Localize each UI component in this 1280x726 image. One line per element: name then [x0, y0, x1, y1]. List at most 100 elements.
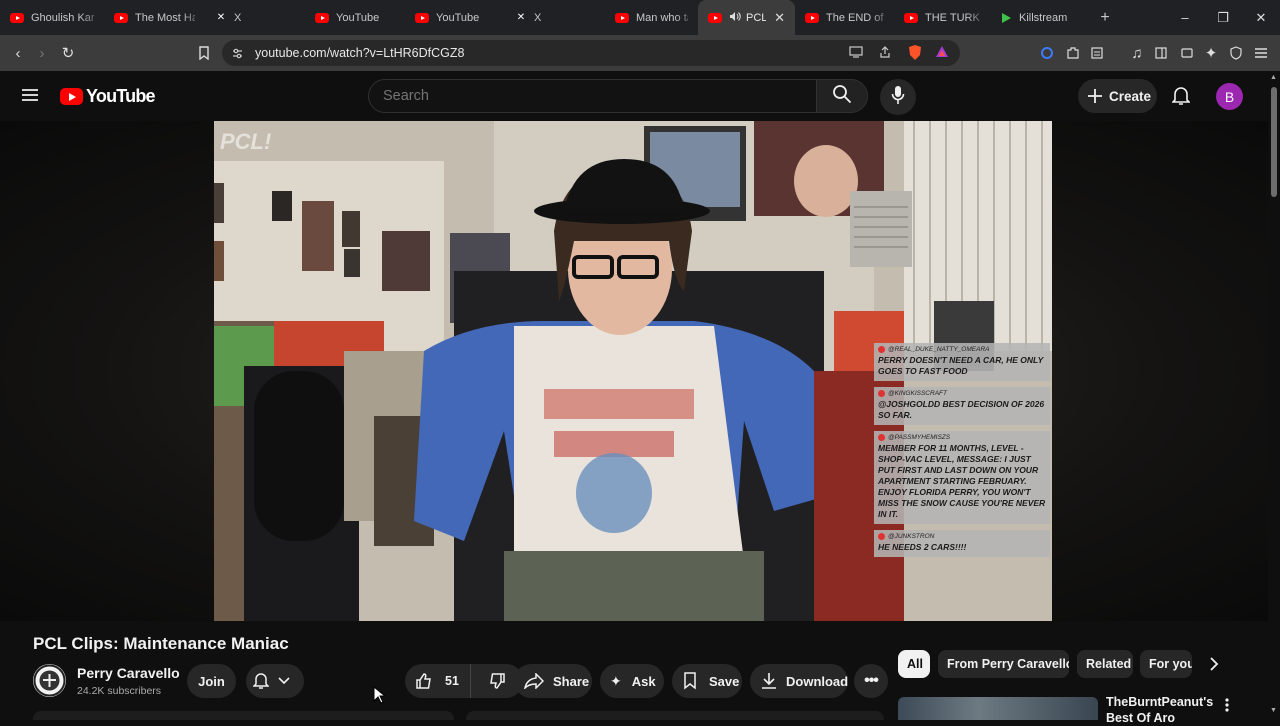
site-settings-icon[interactable] — [230, 46, 244, 60]
browser-tab[interactable]: ✕ X — [205, 0, 305, 35]
bookmark-icon[interactable] — [192, 41, 216, 65]
restore-icon[interactable]: ❐ — [1204, 0, 1242, 35]
browser-tab[interactable]: The Most Hat — [104, 0, 205, 35]
subscribed-notifications-button[interactable] — [246, 664, 304, 698]
thumbs-down-icon — [488, 672, 506, 690]
share-icon — [524, 673, 544, 689]
related-video-thumbnail[interactable] — [898, 697, 1098, 720]
related-video-title[interactable]: TheBurntPeanut's Best Of Aro — [1106, 694, 1226, 726]
youtube-icon — [904, 12, 918, 23]
browser-tab-title: YouTube — [336, 11, 380, 24]
browser-tab[interactable]: The END of L — [795, 0, 894, 35]
brave-shields-icon[interactable] — [907, 44, 923, 61]
browser-tab[interactable]: THE TURKEY — [894, 0, 990, 35]
new-tab-icon[interactable]: + — [1090, 9, 1120, 27]
video-player[interactable]: PCL! @REAL_DUKE_NATTY_OMEARA Perry doesn'… — [214, 121, 1052, 621]
play-icon — [1000, 12, 1012, 23]
close-window-icon[interactable]: ✕ — [1242, 0, 1280, 35]
create-button[interactable]: Create — [1078, 79, 1157, 113]
chevron-right-icon[interactable] — [1204, 652, 1224, 676]
youtube-logo-text: YouTube — [86, 86, 156, 106]
plus-icon — [1087, 88, 1103, 104]
brave-rewards-icon[interactable] — [935, 45, 949, 59]
minimize-icon[interactable]: – — [1166, 0, 1204, 35]
chevron-down-icon — [278, 677, 290, 685]
scrollbar-thumb[interactable] — [1271, 87, 1277, 197]
youtube-icon — [114, 12, 128, 23]
chat-message: @REAL_DUKE_NATTY_OMEARA Perry doesn't nee… — [874, 343, 1050, 381]
filter-chip[interactable]: Related — [1077, 650, 1133, 678]
sidebar-toggle-icon[interactable] — [1149, 41, 1173, 65]
cast-icon[interactable] — [849, 45, 863, 59]
description-box[interactable] — [33, 711, 454, 720]
channel-watermark: PCL! — [220, 129, 272, 154]
like-count: 51 — [445, 674, 459, 688]
join-button[interactable]: Join — [187, 664, 236, 698]
channel-name[interactable]: Perry Caravello — [77, 665, 180, 681]
channel-avatar[interactable] — [33, 664, 66, 697]
youtube-icon — [10, 12, 24, 23]
browser-tab[interactable]: Man who tau — [605, 0, 698, 35]
search-button[interactable] — [816, 79, 868, 113]
avatar-letter: B — [1224, 88, 1235, 105]
search-input[interactable] — [383, 88, 803, 104]
reader-icon[interactable] — [1085, 41, 1109, 65]
filter-chip[interactable]: For you — [1140, 650, 1192, 678]
back-icon[interactable]: ‹ — [6, 41, 30, 65]
youtube-logo[interactable]: YouTube — [60, 86, 156, 107]
reload-icon[interactable]: ↻ — [56, 41, 80, 65]
comments-preview-box[interactable] — [466, 711, 884, 720]
browser-tab[interactable]: YouTube — [305, 0, 405, 35]
scroll-up-arrow-icon[interactable]: ▲ — [1270, 74, 1277, 81]
ask-button[interactable]: ✦ Ask — [600, 664, 664, 698]
browser-tab-title: PCL C — [746, 11, 767, 24]
more-vertical-icon[interactable] — [1221, 696, 1233, 714]
create-label: Create — [1109, 88, 1152, 104]
extensions-puzzle-icon[interactable] — [1061, 41, 1085, 65]
browser-tab-title: Killstream — [1019, 11, 1068, 24]
filter-chip[interactable]: All — [898, 650, 930, 678]
guide-menu-icon[interactable] — [20, 85, 40, 105]
save-button[interactable]: Save — [672, 664, 742, 698]
browser-tab[interactable]: ✕ X — [505, 0, 605, 35]
share-button[interactable]: Share — [514, 664, 592, 698]
browser-menu-icon[interactable] — [1249, 41, 1273, 65]
media-icon[interactable]: ♫ — [1125, 41, 1149, 65]
close-tab-icon[interactable]: ✕ — [774, 10, 785, 26]
share-page-icon[interactable] — [878, 45, 892, 59]
address-bar[interactable]: youtube.com/watch?v=LtHR6DfCGZ8 — [222, 40, 960, 66]
chat-username: @REAL_DUKE_NATTY_OMEARA — [878, 346, 1046, 353]
chat-username: @JUNKSTRON — [878, 533, 1046, 540]
browser-tab[interactable]: Killstream — [990, 0, 1090, 35]
download-icon — [761, 672, 777, 690]
page-scrollbar[interactable]: ▲ ▼ — [1268, 71, 1280, 720]
chat-username: @KINGKISSCRAFT — [878, 390, 1046, 397]
thumbs-up-icon — [415, 672, 433, 690]
download-button[interactable]: Download — [750, 664, 848, 698]
audio-playing-icon[interactable] — [729, 11, 741, 25]
youtube-header: YouTube Create B — [0, 71, 1280, 121]
filter-chip[interactable]: From Perry Caravello — [938, 650, 1069, 678]
more-horizontal-icon: ••• — [864, 672, 879, 689]
browser-tab[interactable]: Ghoulish Karı — [0, 0, 104, 35]
chat-username: @PASSMYHEMISZS — [878, 434, 1046, 441]
forward-icon[interactable]: › — [30, 41, 54, 65]
mouse-cursor-icon — [373, 685, 387, 709]
more-actions-button[interactable]: ••• — [854, 664, 888, 698]
join-label: Join — [198, 673, 225, 689]
browser-tab-title: X — [534, 11, 542, 24]
vpn-shield-icon[interactable] — [1224, 41, 1248, 65]
browser-tab[interactable]: YouTube — [405, 0, 505, 35]
notifications-bell-icon[interactable] — [1170, 85, 1192, 107]
wallet-icon[interactable] — [1175, 41, 1199, 65]
scroll-down-arrow-icon[interactable]: ▼ — [1270, 707, 1277, 714]
voice-search-button[interactable] — [880, 79, 916, 115]
youtube-icon — [415, 12, 429, 23]
youtube-icon — [615, 12, 629, 23]
like-button[interactable]: 51 — [405, 664, 471, 698]
leo-ai-icon[interactable]: ✦ — [1199, 41, 1223, 65]
extension-icon[interactable] — [1035, 41, 1059, 65]
chat-text: Member for 11 months, Level - Shop-Vac l… — [878, 443, 1046, 519]
browser-tab[interactable]: PCL C ✕ — [698, 0, 795, 35]
account-avatar[interactable]: B — [1216, 83, 1243, 110]
